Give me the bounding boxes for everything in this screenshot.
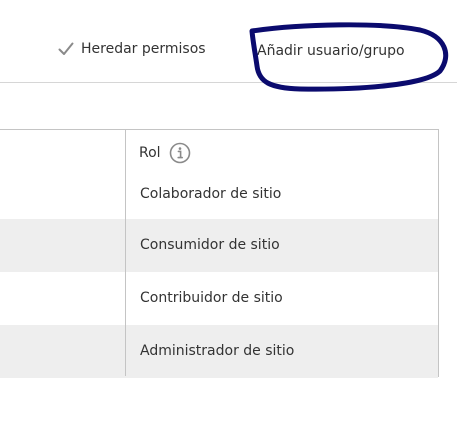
- role-cell: Consumidor de sitio: [140, 237, 280, 253]
- table-row[interactable]: Contribuidor de sitio: [0, 272, 438, 325]
- role-cell: Colaborador de sitio: [140, 186, 282, 202]
- add-user-group-button[interactable]: Añadir usuario/grupo: [257, 42, 405, 60]
- info-icon[interactable]: [169, 142, 191, 164]
- column-divider: [125, 130, 126, 376]
- permissions-table: Consumidor de sitio Contribuidor de siti…: [0, 129, 439, 378]
- role-header-label: Rol: [139, 145, 161, 161]
- check-icon: [58, 42, 74, 55]
- role-cell: Contribuidor de sitio: [140, 290, 283, 306]
- table-row[interactable]: Administrador de sitio: [0, 325, 438, 378]
- permissions-page: Heredar permisos Añadir usuario/grupo Co…: [0, 0, 457, 421]
- table-row[interactable]: Colaborador de sitio: [0, 168, 438, 221]
- inherit-permissions-label: Heredar permisos: [81, 41, 206, 57]
- table-row[interactable]: Consumidor de sitio: [0, 219, 438, 272]
- role-column-header: Rol: [139, 142, 191, 164]
- role-cell: Administrador de sitio: [140, 343, 295, 359]
- inherit-permissions-button[interactable]: Heredar permisos: [57, 40, 206, 58]
- toolbar: Heredar permisos Añadir usuario/grupo: [0, 0, 457, 83]
